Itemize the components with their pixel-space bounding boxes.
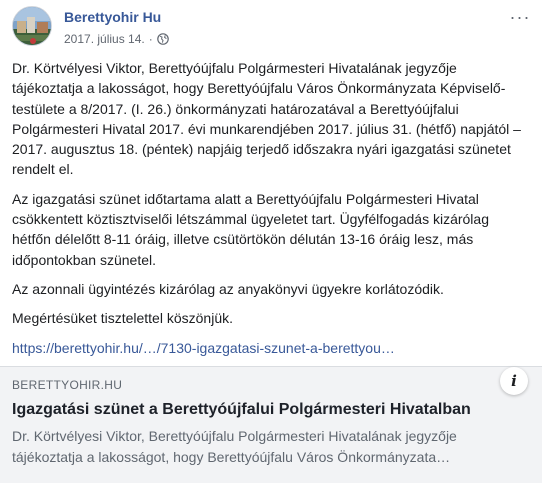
post-paragraph: Megértésüket tisztelettel köszönjük.	[12, 310, 233, 327]
post-meta: 2017. július 14. ·	[64, 31, 169, 47]
more-options-icon[interactable]: ···	[508, 8, 532, 30]
globe-icon[interactable]	[156, 33, 169, 45]
post-header: Berettyohir Hu 2017. július 14. · ···	[12, 6, 532, 50]
link-card-domain: BERETTYOHIR.HU	[12, 378, 123, 392]
page-avatar[interactable]	[12, 6, 52, 46]
link-card-description: Dr. Körtvélyesi Viktor, Berettyóújfalu P…	[12, 428, 457, 465]
post-paragraph: Dr. Körtvélyesi Viktor, Berettyóújfalu P…	[12, 60, 521, 178]
post-author[interactable]: Berettyohir Hu	[64, 8, 161, 26]
post-paragraph: Az igazgatási szünet időtartama alatt a …	[12, 190, 489, 268]
link-card-title[interactable]: Igazgatási szünet a Berettyóújfalui Polg…	[12, 400, 534, 420]
post-link[interactable]: https://berettyohir.hu/…/7130-igazgatasi…	[12, 340, 395, 356]
post-paragraph: Az azonnali ügyintézés kizárólag az anya…	[12, 280, 444, 297]
post-body: Dr. Körtvélyesi Viktor, Berettyóújfalu P…	[12, 58, 530, 367]
avatar-image	[13, 7, 51, 45]
link-preview-card[interactable]: i BERETTYOHIR.HU Igazgatási szünet a Ber…	[0, 366, 542, 483]
post-link-paragraph: https://berettyohir.hu/…/7130-igazgatasi…	[12, 338, 530, 358]
info-icon[interactable]: i	[500, 367, 528, 395]
post-date[interactable]: 2017. július 14.	[64, 31, 145, 47]
meta-separator: ·	[148, 32, 153, 46]
facebook-post: Berettyohir Hu 2017. július 14. · ··· Dr…	[0, 0, 542, 483]
